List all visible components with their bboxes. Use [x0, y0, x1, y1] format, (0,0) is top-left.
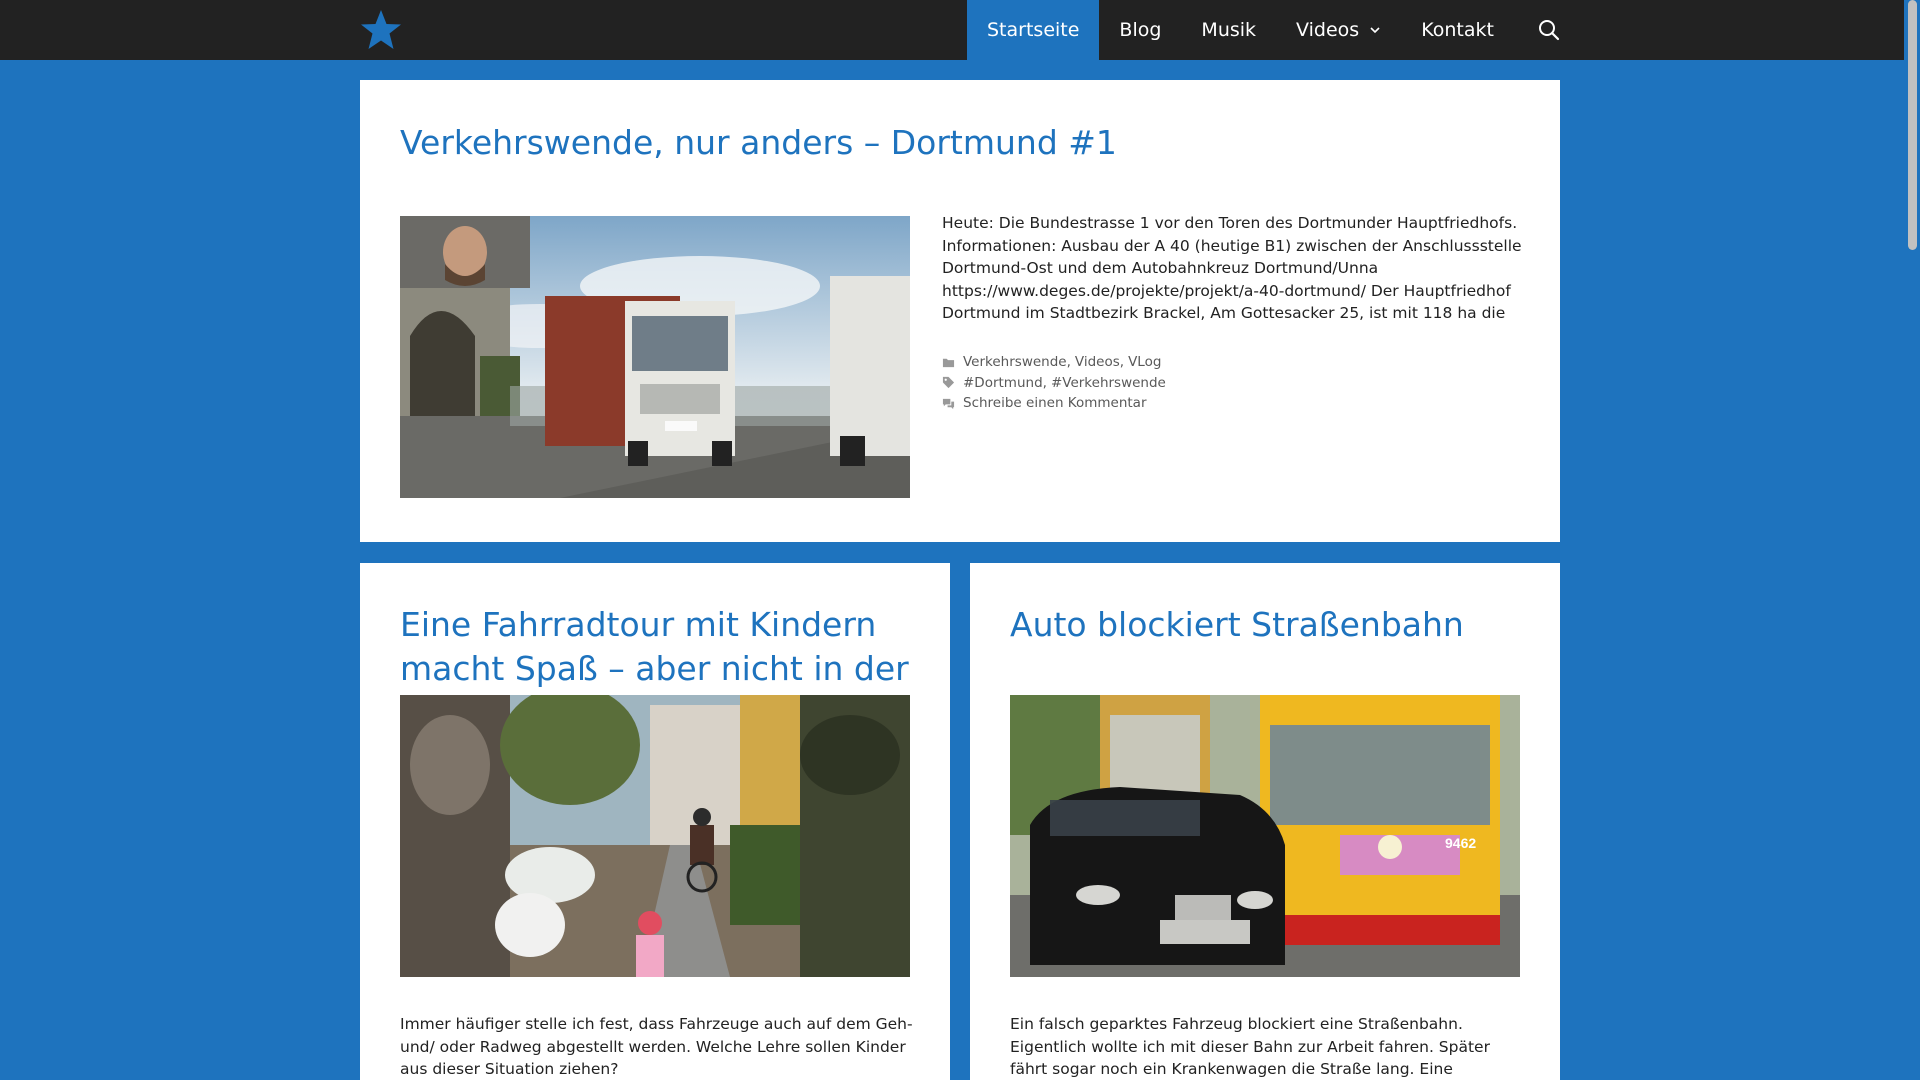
comments-row: Schreibe einen Kommentar	[942, 393, 1166, 414]
car-blocking-tram-image: 9462	[1010, 695, 1520, 977]
post-thumbnail[interactable]	[400, 216, 910, 498]
top-navigation-bar: Startseite Blog Musik Videos Kontakt	[0, 0, 1920, 60]
post-title[interactable]: Verkehrswende, nur anders – Dortmund #1	[400, 120, 1117, 166]
nav-item-blog[interactable]: Blog	[1099, 0, 1181, 60]
tag-icon	[942, 377, 955, 389]
truck-image	[400, 216, 910, 498]
comment-link[interactable]: Schreibe einen Kommentar	[963, 395, 1147, 411]
category-link[interactable]: VLog	[1128, 354, 1161, 370]
nav-label: Videos	[1296, 19, 1360, 41]
category-link[interactable]: Videos	[1075, 354, 1120, 370]
nav-label: Startseite	[987, 19, 1080, 41]
nav-item-videos[interactable]: Videos	[1276, 0, 1401, 60]
post-meta: Verkehrswende, Videos, VLog #Dortmund, #…	[942, 352, 1166, 414]
nav-item-startseite[interactable]: Startseite	[967, 0, 1100, 60]
folder-icon	[942, 358, 955, 367]
children-cycling-image	[400, 695, 910, 977]
post-excerpt: Ein falsch geparktes Fahrzeug blockiert …	[1010, 1015, 1490, 1078]
post-thumbnail[interactable]: 9462	[1010, 695, 1520, 977]
nav-item-musik[interactable]: Musik	[1181, 0, 1276, 60]
page-scrollbar[interactable]	[1904, 0, 1920, 1080]
nav-label: Musik	[1201, 19, 1257, 41]
star-logo-icon[interactable]	[359, 8, 403, 52]
post-card: Eine Fahrradtour mit Kindern macht Spaß …	[360, 563, 950, 1080]
main-menu: Startseite Blog Musik Videos Kontakt	[967, 0, 1584, 60]
tram-number-label: 9462	[1445, 835, 1476, 851]
search-button[interactable]	[1514, 0, 1584, 60]
search-icon	[1538, 20, 1560, 41]
chevron-down-icon[interactable]	[1369, 24, 1381, 36]
post-card: Verkehrswende, nur anders – Dortmund #1	[360, 80, 1560, 542]
tags-row: #Dortmund, #Verkehrswende	[942, 373, 1166, 394]
nav-item-kontakt[interactable]: Kontakt	[1401, 0, 1514, 60]
tag-link[interactable]: #Dortmund	[963, 375, 1043, 391]
nav-label: Blog	[1119, 19, 1162, 41]
nav-label: Kontakt	[1421, 19, 1494, 41]
categories-row: Verkehrswende, Videos, VLog	[942, 352, 1166, 373]
post-title[interactable]: Eine Fahrradtour mit Kindern macht Spaß …	[400, 603, 920, 695]
category-link[interactable]: Verkehrswende	[963, 354, 1067, 370]
comments-icon	[942, 398, 955, 409]
post-excerpt: Immer häufiger stelle ich fest, dass Fah…	[400, 1015, 913, 1078]
post-excerpt: Heute: Die Bundestrasse 1 vor den Toren …	[942, 214, 1522, 322]
post-title[interactable]: Auto blockiert Straßenbahn	[1010, 603, 1530, 695]
post-card: Auto blockiert Straßenbahn 9462 Ein fals…	[970, 563, 1560, 1080]
tag-link[interactable]: #Verkehrswende	[1051, 375, 1166, 391]
post-thumbnail[interactable]	[400, 695, 910, 977]
scrollbar-thumb[interactable]	[1908, 0, 1917, 250]
